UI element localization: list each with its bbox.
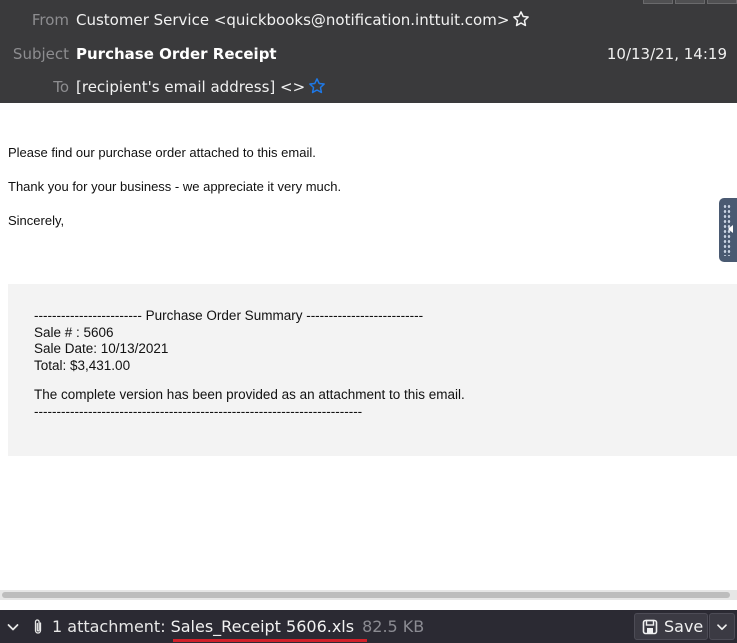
collapse-arrow-icon	[728, 225, 733, 233]
summary-note: The complete version has been provided a…	[34, 387, 465, 402]
save-button[interactable]: Save	[634, 613, 708, 640]
toolbar-button[interactable]	[643, 0, 673, 4]
header-toolbar	[643, 0, 737, 4]
to-address[interactable]: [recipient's email address] <>	[76, 78, 305, 96]
message-line: Please find our purchase order attached …	[8, 145, 316, 160]
star-outline-icon[interactable]	[512, 10, 530, 28]
message-signoff: Sincerely,	[8, 213, 65, 228]
chevron-down-icon[interactable]	[6, 620, 20, 634]
message-date: 10/13/21, 14:19	[606, 45, 727, 63]
message-header: From Customer Service <quickbooks@notifi…	[0, 0, 737, 103]
sale-number: Sale # : 5606	[34, 324, 114, 340]
filename-highlight	[173, 639, 367, 642]
subject-row: Subject Purchase Order Receipt	[0, 41, 277, 67]
attachment-size: 82.5 KB	[362, 617, 425, 636]
to-label: To	[53, 78, 69, 96]
attachment-bar: 1 attachment: Sales_Receipt 5606.xls 82.…	[0, 610, 737, 643]
summary-heading: ------------------------ Purchase Order …	[34, 308, 424, 323]
purchase-order-summary: ------------------------ Purchase Order …	[8, 284, 737, 456]
from-row: From Customer Service <quickbooks@notifi…	[0, 7, 530, 33]
sale-total: Total: $3,431.00	[34, 357, 131, 373]
save-dropdown-button[interactable]	[709, 613, 735, 640]
save-disk-icon	[642, 619, 658, 634]
scrollbar-thumb[interactable]	[2, 592, 730, 598]
toolbar-button[interactable]	[675, 0, 705, 4]
star-outline-icon[interactable]	[308, 77, 326, 95]
side-panel-handle[interactable]	[719, 198, 737, 262]
save-label: Save	[664, 617, 704, 636]
paperclip-icon	[34, 618, 42, 634]
summary-divider: ----------------------------------------…	[34, 403, 363, 419]
message-line: Thank you for your business - we appreci…	[8, 179, 342, 194]
subject-label: Subject	[12, 45, 69, 63]
subject-text: Purchase Order Receipt	[76, 45, 277, 63]
sale-date: Sale Date: 10/13/2021	[34, 341, 169, 356]
from-address[interactable]: Customer Service <quickbooks@notificatio…	[76, 11, 509, 29]
attachment-filename[interactable]: Sales_Receipt 5606.xls	[171, 617, 354, 636]
toolbar-button[interactable]	[707, 0, 737, 4]
from-label: From	[31, 11, 69, 29]
attachment-count: 1 attachment:	[52, 617, 166, 636]
to-row: To [recipient's email address] <>	[0, 74, 326, 100]
horizontal-scrollbar[interactable]	[0, 590, 737, 600]
message-body: Please find our purchase order attached …	[8, 145, 708, 247]
chevron-down-icon	[717, 623, 727, 630]
